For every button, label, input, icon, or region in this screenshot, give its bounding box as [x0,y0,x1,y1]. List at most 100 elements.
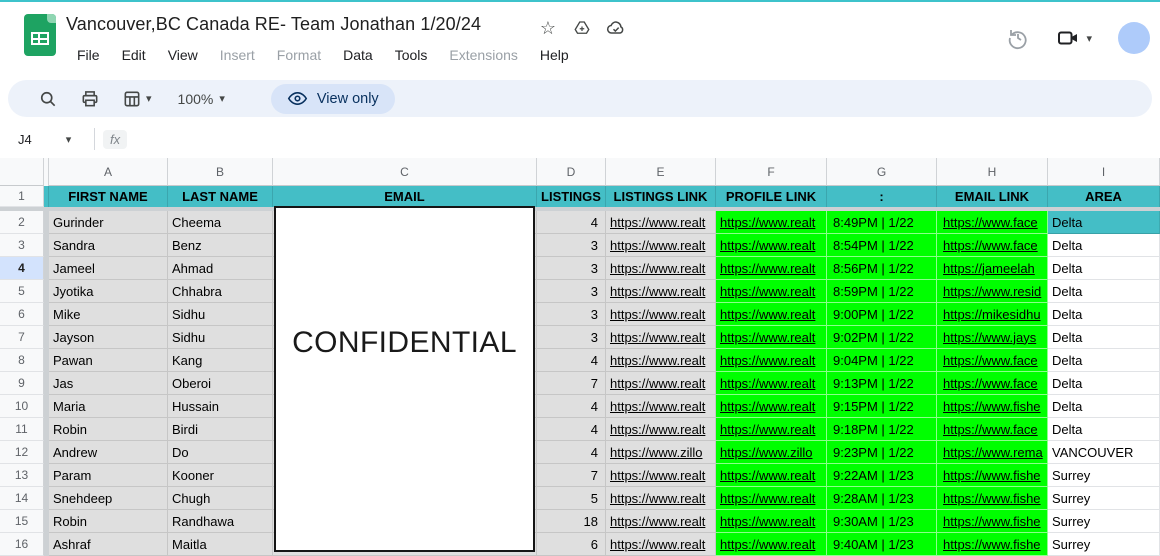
header-cell-2[interactable]: LAST NAME [168,186,273,207]
cell-first-name[interactable]: Robin [49,510,168,533]
cell-area[interactable]: Surrey [1048,533,1160,556]
header-cell-1[interactable]: FIRST NAME [49,186,168,207]
cell-profile-link[interactable]: https://www.realt [716,418,827,441]
cell-time[interactable]: 9:22AM | 1/23 [827,464,937,487]
header-cell-8[interactable]: EMAIL LINK [937,186,1048,207]
column-header-e[interactable]: E [606,158,716,186]
cell-email-link[interactable]: https://www.fishe [937,395,1048,418]
cell-first-name[interactable]: Jayson [49,326,168,349]
sheets-logo-icon[interactable] [24,14,56,56]
column-header-f[interactable]: F [716,158,827,186]
cell-first-name[interactable]: Sandra [49,234,168,257]
cell-last-name[interactable]: Sidhu [168,303,273,326]
cell-listings-link[interactable]: https://www.realt [606,372,716,395]
cell-first-name[interactable]: Mike [49,303,168,326]
name-box[interactable]: J4 ▾ [0,132,86,147]
zoom-control[interactable]: 100% ▾ [178,91,225,107]
cell-time[interactable]: 8:54PM | 1/22 [827,234,937,257]
cell-first-name[interactable]: Gurinder [49,211,168,234]
cell-area[interactable]: Delta [1048,280,1160,303]
row-header-14[interactable]: 14 [0,487,44,510]
cell-profile-link[interactable]: https://www.realt [716,257,827,280]
cell-time[interactable]: 9:18PM | 1/22 [827,418,937,441]
cell-email-link[interactable]: https://www.resid [937,280,1048,303]
cell-email-link[interactable]: https://www.fishe [937,533,1048,556]
cell-listings-link[interactable]: https://www.realt [606,211,716,234]
cell-listings-link[interactable]: https://www.realt [606,395,716,418]
cell-last-name[interactable]: Sidhu [168,326,273,349]
cell-listings-link[interactable]: https://www.realt [606,257,716,280]
cell-listings-link[interactable]: https://www.realt [606,510,716,533]
cell-email-link[interactable]: https://www.rema [937,441,1048,464]
header-cell-9[interactable]: AREA [1048,186,1160,207]
cell-profile-link[interactable]: https://www.realt [716,464,827,487]
cell-last-name[interactable]: Ahmad [168,257,273,280]
cell-last-name[interactable]: Cheema [168,211,273,234]
cell-profile-link[interactable]: https://www.realt [716,326,827,349]
cell-first-name[interactable]: Jas [49,372,168,395]
search-icon[interactable] [38,89,58,109]
cell-profile-link[interactable]: https://www.realt [716,533,827,556]
cell-time[interactable]: 9:30AM | 1/23 [827,510,937,533]
cell-listings[interactable]: 3 [537,234,606,257]
cell-listings[interactable]: 4 [537,395,606,418]
cell-email-link[interactable]: https://www.face [937,372,1048,395]
cell-time[interactable]: 8:59PM | 1/22 [827,280,937,303]
cell-time[interactable]: 9:40AM | 1/23 [827,533,937,556]
row-header-6[interactable]: 6 [0,303,44,326]
cell-first-name[interactable]: Maria [49,395,168,418]
cell-area[interactable]: Surrey [1048,510,1160,533]
cell-email-link[interactable]: https://www.face [937,349,1048,372]
cell-email-link[interactable]: https://www.jays [937,326,1048,349]
cell-time[interactable]: 8:56PM | 1/22 [827,257,937,280]
column-header-h[interactable]: H [937,158,1048,186]
cell-listings[interactable]: 4 [537,211,606,234]
menu-extensions[interactable]: Extensions [440,44,526,66]
row-header-15[interactable]: 15 [0,510,44,533]
cell-listings[interactable]: 3 [537,303,606,326]
view-only-badge[interactable]: View only [270,83,395,114]
cell-email-link[interactable]: https://mikesidhu [937,303,1048,326]
cell-listings-link[interactable]: https://www.realt [606,464,716,487]
cell-profile-link[interactable]: https://www.realt [716,487,827,510]
cell-listings-link[interactable]: https://www.realt [606,487,716,510]
cell-time[interactable]: 9:02PM | 1/22 [827,326,937,349]
row-header-16[interactable]: 16 [0,533,44,556]
menu-file[interactable]: File [68,44,109,66]
cell-time[interactable]: 9:23PM | 1/22 [827,441,937,464]
cell-listings[interactable]: 7 [537,464,606,487]
cell-last-name[interactable]: Oberoi [168,372,273,395]
cell-time[interactable]: 9:00PM | 1/22 [827,303,937,326]
cell-last-name[interactable]: Randhawa [168,510,273,533]
cell-last-name[interactable]: Maitla [168,533,273,556]
cell-listings[interactable]: 3 [537,326,606,349]
cell-area[interactable]: Delta [1048,418,1160,441]
row-header-12[interactable]: 12 [0,441,44,464]
filter-views-control[interactable]: ▾ [122,89,152,109]
cell-first-name[interactable]: Pawan [49,349,168,372]
star-icon[interactable]: ☆ [538,18,558,38]
cell-listings[interactable]: 18 [537,510,606,533]
cell-listings[interactable]: 6 [537,533,606,556]
cell-area[interactable]: Delta [1048,372,1160,395]
cell-last-name[interactable]: Kooner [168,464,273,487]
cell-last-name[interactable]: Benz [168,234,273,257]
cell-profile-link[interactable]: https://www.realt [716,234,827,257]
cell-listings[interactable]: 4 [537,441,606,464]
cell-area[interactable]: Surrey [1048,464,1160,487]
cell-listings-link[interactable]: https://www.realt [606,303,716,326]
menu-help[interactable]: Help [531,44,578,66]
cell-area[interactable]: VANCOUVER [1048,441,1160,464]
menu-data[interactable]: Data [334,44,382,66]
cell-listings-link[interactable]: https://www.realt [606,533,716,556]
cell-time[interactable]: 9:04PM | 1/22 [827,349,937,372]
column-header-g[interactable]: G [827,158,937,186]
version-history-icon[interactable] [1006,26,1030,50]
cell-listings[interactable]: 5 [537,487,606,510]
cell-listings[interactable]: 4 [537,418,606,441]
chevron-down-icon[interactable]: ▾ [1086,32,1092,45]
cell-listings-link[interactable]: https://www.realt [606,234,716,257]
cell-last-name[interactable]: Hussain [168,395,273,418]
column-header-i[interactable]: I [1048,158,1160,186]
header-cell-6[interactable]: PROFILE LINK [716,186,827,207]
